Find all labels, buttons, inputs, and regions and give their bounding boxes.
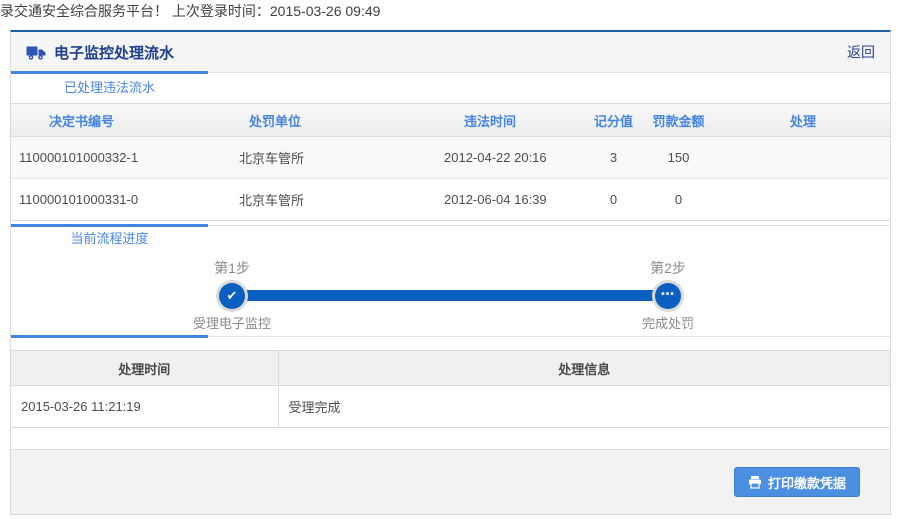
ellipsis-icon: •••: [655, 283, 681, 309]
violations-header-row: 决定书编号 处罚单位 违法时间 记分值 罚款金额 处理: [11, 103, 890, 137]
table-row: 110000101000332-1 北京车管所 2012-04-22 20:16…: [11, 136, 890, 179]
truck-icon: [26, 44, 46, 61]
active-tab-indicator: [11, 335, 208, 338]
cell-points: 3: [609, 150, 618, 165]
cell-fine: 150: [667, 150, 690, 165]
step2-label: 第2步: [650, 260, 686, 276]
col-header-decision-no: 决定书编号: [11, 103, 231, 137]
process-log-table: 处理时间 处理信息 2015-03-26 11:21:19 受理完成: [11, 350, 890, 428]
process-log-strip: [11, 335, 890, 339]
print-button-label: 打印缴款凭据: [767, 475, 846, 491]
process-header-row: 处理时间 处理信息: [11, 350, 890, 386]
progress-bar: [232, 290, 668, 301]
cell-unit: 北京车管所: [239, 193, 305, 208]
panel-header: 电子监控处理流水 返回: [11, 32, 890, 72]
processed-tab-strip: 已处理违法流水: [11, 71, 890, 103]
progress-steps: 第1步 第2步 ✔ ••• 受理电子监控 完成处罚: [11, 252, 890, 334]
cell-process-time: 2015-03-26 11:21:19: [11, 385, 279, 428]
page-title: 电子监控处理流水: [54, 44, 175, 62]
col-header-time: 违法时间: [436, 103, 586, 137]
cell-fine: 0: [674, 192, 683, 207]
print-receipt-button[interactable]: 打印缴款凭据: [733, 467, 860, 497]
main-panel: 电子监控处理流水 返回 已处理违法流水 决定书编号 处罚单位 违法时间 记分值 …: [10, 30, 891, 515]
step2-name: 完成处罚: [641, 316, 694, 331]
tab-current-progress[interactable]: 当前流程进度: [11, 226, 208, 252]
col-header-process-time: 处理时间: [11, 350, 279, 386]
col-header-process-info: 处理信息: [277, 350, 890, 386]
cell-decision-no: 110000101000331-0: [19, 192, 139, 207]
back-link[interactable]: 返回: [847, 42, 875, 62]
violations-table: 决定书编号 处罚单位 违法时间 记分值 罚款金额 处理 110000101000…: [11, 103, 890, 221]
cell-time: 2012-06-04 16:39: [444, 192, 547, 207]
cell-action: [716, 137, 890, 179]
col-header-action: 处理: [716, 103, 890, 137]
step1-label: 第1步: [214, 260, 250, 276]
cell-points: 0: [609, 192, 618, 207]
cell-action: [716, 179, 890, 221]
tab-processed-violations[interactable]: 已处理违法流水: [11, 73, 208, 103]
progress-tab-strip: 当前流程进度: [11, 224, 890, 252]
cell-unit: 北京车管所: [239, 151, 305, 166]
check-icon: ✔: [219, 283, 245, 309]
table-row: 110000101000331-0 北京车管所 2012-06-04 16:39…: [11, 178, 890, 221]
panel-footer: 打印缴款凭据: [11, 449, 890, 514]
col-header-points: 记分值: [586, 103, 641, 137]
col-header-fine: 罚款金额: [641, 103, 716, 137]
active-tab-indicator: [11, 224, 208, 227]
col-header-unit: 处罚单位: [231, 103, 436, 137]
active-tab-indicator: [11, 71, 208, 74]
table-row: 2015-03-26 11:21:19 受理完成: [11, 385, 890, 428]
step1-name: 受理电子监控: [192, 316, 271, 331]
cell-process-info: 受理完成: [277, 385, 890, 428]
cell-time: 2012-04-22 20:16: [444, 150, 547, 165]
cell-decision-no: 110000101000332-1: [19, 150, 139, 165]
welcome-status-text: 录交通安全综合服务平台！ 上次登录时间：2015-03-26 09:49: [0, 3, 381, 19]
printer-icon: [748, 475, 762, 489]
